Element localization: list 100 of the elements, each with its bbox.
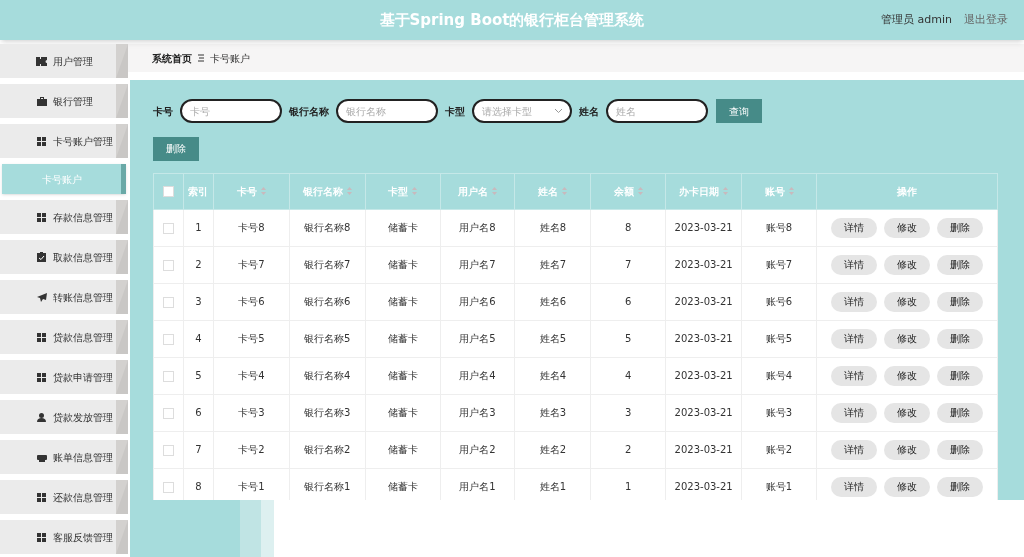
action-button[interactable]: 修改 <box>884 291 930 312</box>
action-button[interactable]: 详情 <box>831 402 877 423</box>
action-button[interactable]: 删除 <box>937 402 983 423</box>
sidebar-item[interactable]: 银行管理 <box>0 84 128 118</box>
table-cell: 2023-03-21 <box>665 283 742 320</box>
table-cell: 姓名6 <box>514 283 591 320</box>
action-button[interactable]: 详情 <box>831 476 877 497</box>
grid-icon <box>36 492 47 502</box>
input-field[interactable]: 姓名 <box>606 99 708 123</box>
select-all-checkbox[interactable] <box>162 186 174 197</box>
table-cell: 卡号7 <box>213 246 290 283</box>
action-button[interactable]: 修改 <box>884 254 930 275</box>
sort-icon[interactable] <box>788 187 794 195</box>
table-cell: 2023-03-21 <box>665 357 742 394</box>
column-header: 索引 <box>188 184 209 199</box>
table-cell: 姓名2 <box>514 431 591 468</box>
sidebar-item[interactable]: 贷款申请管理 <box>0 360 128 394</box>
row-checkbox[interactable] <box>162 407 174 419</box>
table-cell: 2 <box>183 246 214 283</box>
sidebar-item[interactable]: 存款信息管理 <box>0 200 128 234</box>
action-button[interactable]: 修改 <box>884 217 930 238</box>
table-cell: 姓名8 <box>514 209 591 246</box>
action-button[interactable]: 详情 <box>831 254 877 275</box>
table-cell: 姓名5 <box>514 320 591 357</box>
sort-icon[interactable] <box>412 187 418 195</box>
action-button[interactable]: 详情 <box>831 217 877 238</box>
sidebar-item[interactable]: 账单信息管理 <box>0 440 128 474</box>
sidebar-item[interactable]: 用户管理 <box>0 44 128 78</box>
fold-shading <box>116 280 128 314</box>
action-button[interactable]: 详情 <box>831 439 877 460</box>
sort-icon[interactable] <box>637 187 643 195</box>
table-cell: 2023-03-21 <box>665 246 742 283</box>
sort-icon[interactable] <box>492 187 497 195</box>
sidebar-item[interactable]: 转账信息管理 <box>0 280 128 314</box>
search-button[interactable]: 查询 <box>716 99 762 123</box>
action-button[interactable]: 修改 <box>884 328 930 349</box>
row-checkbox[interactable] <box>162 259 174 271</box>
row-checkbox[interactable] <box>162 444 174 456</box>
action-button[interactable]: 修改 <box>884 439 930 460</box>
delete-button[interactable]: 删除 <box>153 136 199 161</box>
input-field[interactable]: 卡号 <box>180 99 282 123</box>
table-cell: 2023-03-21 <box>665 431 742 468</box>
sidebar-item[interactable]: 取款信息管理 <box>0 240 128 274</box>
table-cell: 卡号4 <box>213 357 290 394</box>
sidebar-item[interactable]: 还款信息管理 <box>0 480 128 514</box>
fold-shading <box>116 400 128 434</box>
field-label: 姓名 <box>579 104 599 119</box>
table-cell: 卡号3 <box>213 394 290 431</box>
table-cell: 用户名2 <box>440 431 515 468</box>
action-button[interactable]: 删除 <box>937 328 983 349</box>
sort-icon[interactable] <box>723 187 729 195</box>
table-cell: 2023-03-21 <box>665 394 742 431</box>
action-button[interactable]: 修改 <box>884 402 930 423</box>
chevron-icon <box>555 109 562 113</box>
table-cell: 4 <box>590 357 666 394</box>
table-cell: 用户名4 <box>440 357 515 394</box>
row-checkbox[interactable] <box>162 370 174 382</box>
action-button[interactable]: 删除 <box>937 365 983 386</box>
table-cell: 7 <box>183 431 214 468</box>
grid-icon <box>36 212 47 222</box>
action-button[interactable]: 删除 <box>937 217 983 238</box>
table-cell: 账号5 <box>741 320 817 357</box>
row-checkbox[interactable] <box>162 222 174 234</box>
table-cell: 银行名称5 <box>289 320 366 357</box>
action-button[interactable]: 删除 <box>937 254 983 275</box>
fold-shading <box>116 44 128 78</box>
sidebar-item[interactable]: 贷款信息管理 <box>0 320 128 354</box>
sidebar-item[interactable]: 客服反馈管理 <box>0 520 128 554</box>
logout-link[interactable]: 退出登录 <box>964 11 1008 29</box>
fold-shading <box>116 440 128 474</box>
action-button[interactable]: 详情 <box>831 328 877 349</box>
row-checkbox[interactable] <box>162 296 174 308</box>
row-checkbox[interactable] <box>162 333 174 345</box>
table-cell: 储蓄卡 <box>365 209 441 246</box>
table-cell: 姓名7 <box>514 246 591 283</box>
table-cell: 卡号8 <box>213 209 290 246</box>
action-button[interactable]: 详情 <box>831 291 877 312</box>
fold-shading <box>116 200 128 234</box>
table-cell: 账号4 <box>741 357 817 394</box>
field-label: 卡号 <box>153 104 173 119</box>
action-button[interactable]: 删除 <box>937 291 983 312</box>
sidebar-item[interactable]: 卡号账户管理 <box>0 124 128 158</box>
sort-icon[interactable] <box>562 187 568 195</box>
sort-icon[interactable] <box>346 187 352 195</box>
action-button[interactable]: 删除 <box>937 476 983 497</box>
row-checkbox[interactable] <box>162 481 174 493</box>
action-button[interactable]: 详情 <box>831 365 877 386</box>
action-button[interactable]: 修改 <box>884 476 930 497</box>
table-cell: 2023-03-21 <box>665 209 742 246</box>
breadcrumb-link[interactable]: 系统首页 <box>152 50 192 66</box>
table-cell: 储蓄卡 <box>365 431 441 468</box>
table-cell: 5 <box>183 357 214 394</box>
input-field[interactable]: 银行名称 <box>336 99 438 123</box>
table-cell: 姓名4 <box>514 357 591 394</box>
action-button[interactable]: 修改 <box>884 365 930 386</box>
sidebar-item[interactable]: 贷款发放管理 <box>0 400 128 434</box>
table-cell: 储蓄卡 <box>365 283 441 320</box>
table-cell: 账号7 <box>741 246 817 283</box>
sort-icon[interactable] <box>260 187 266 195</box>
action-button[interactable]: 删除 <box>937 439 983 460</box>
